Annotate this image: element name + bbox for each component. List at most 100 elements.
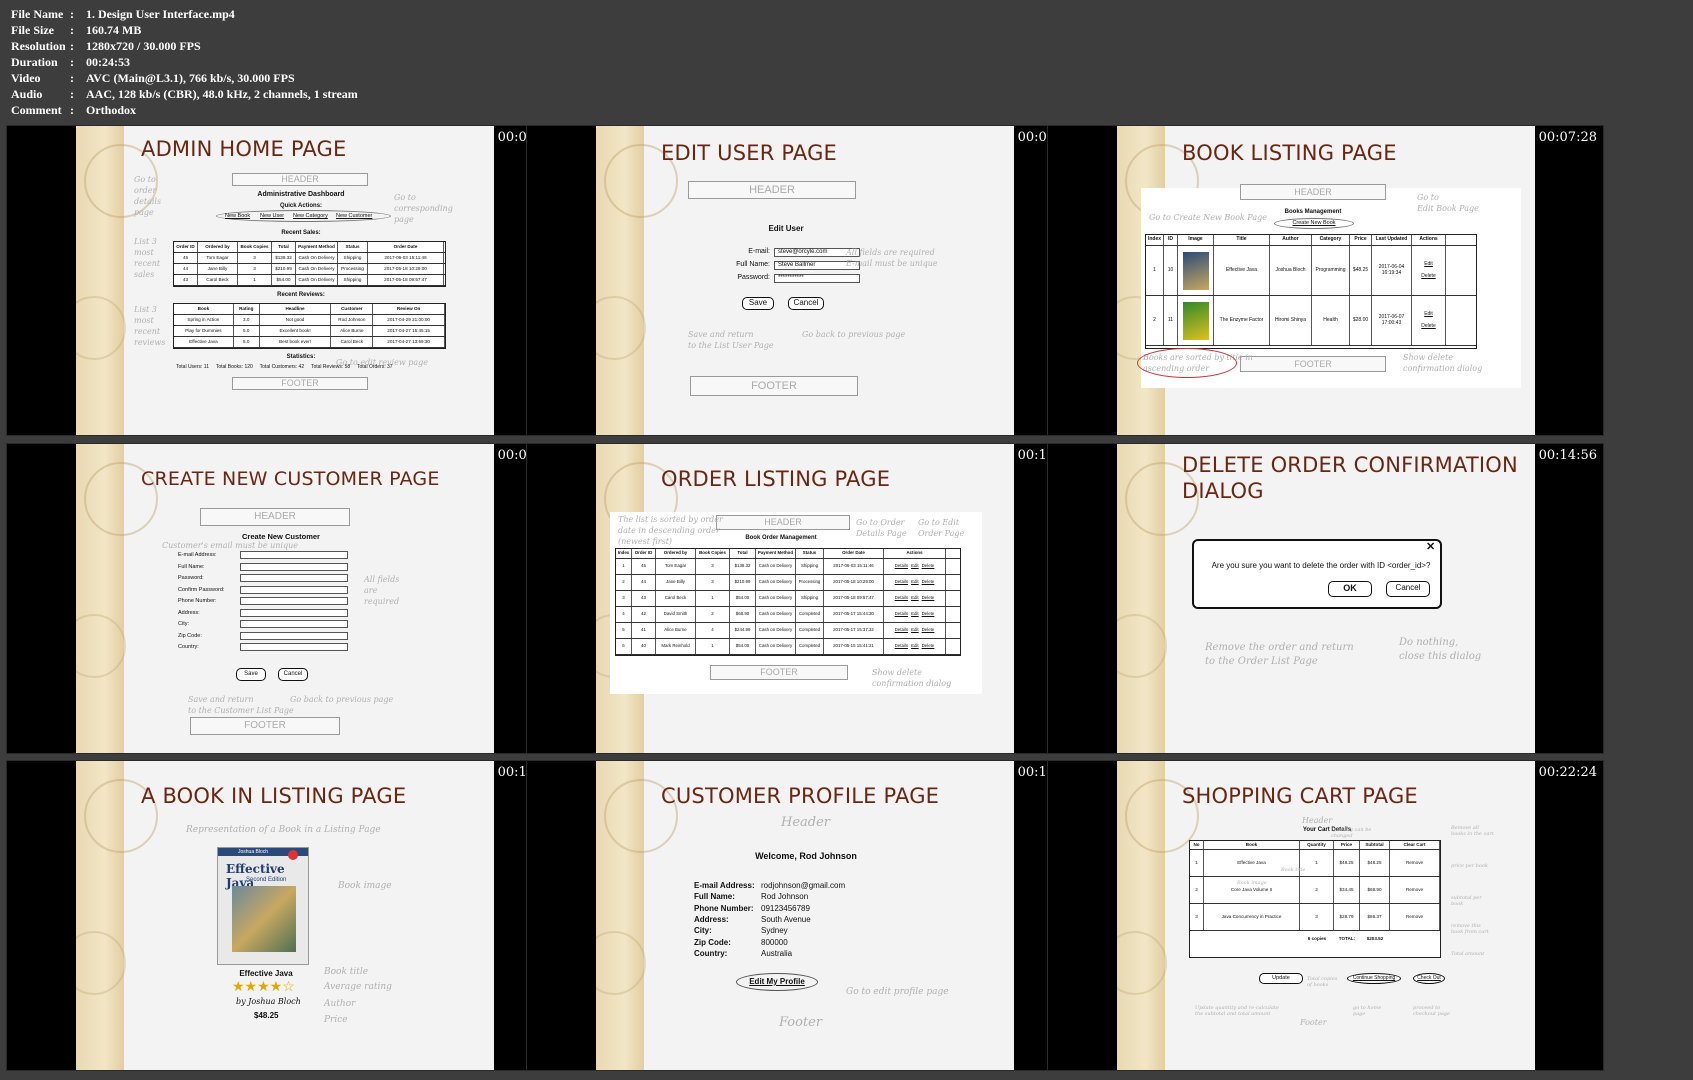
- table-cell: [1178, 296, 1214, 345]
- note-edit: Go to Edit Order Page: [918, 518, 965, 538]
- thumbnail-delete-dialog[interactable]: DELETE ORDER CONFIRMATION DIALOG ✕ Are y…: [1047, 443, 1604, 754]
- table-cell: $86.37: [1360, 904, 1390, 930]
- form-input[interactable]: [240, 551, 348, 559]
- thumbnail-order-listing[interactable]: ORDER LISTING PAGE HEADER Book Order Man…: [526, 443, 1083, 754]
- details-link[interactable]: Details: [895, 563, 908, 569]
- edit-link[interactable]: Edit: [911, 627, 919, 633]
- checkout-button[interactable]: Check Out: [1413, 973, 1445, 984]
- table-cell: 2: [1146, 296, 1164, 345]
- table-row: 6 40 Mark Reinhold 1 $54.00 Cash on Delivery C…: [616, 639, 960, 655]
- form-input[interactable]: [240, 585, 348, 594]
- link-new-category[interactable]: New Category: [293, 213, 328, 219]
- delete-link[interactable]: Delete: [1421, 323, 1435, 330]
- table-cell: $48.25: [1350, 246, 1372, 295]
- meta-row: Duration:00:24:53: [11, 54, 358, 70]
- thumbnail-customer-profile[interactable]: CUSTOMER PROFILE PAGE Header Welcome, Ro…: [526, 760, 1083, 1071]
- close-icon[interactable]: ✕: [1426, 540, 1435, 553]
- details-link[interactable]: Details: [895, 579, 908, 585]
- table-header-cell: Price: [1350, 235, 1372, 245]
- meta-row: Video: AVC (Main@L3.1), 766 kb/s, 30.000 …: [11, 70, 358, 86]
- note-total: Total amount: [1451, 951, 1485, 957]
- delete-link[interactable]: Delete: [922, 627, 935, 633]
- delete-link[interactable]: Delete: [922, 595, 935, 601]
- continue-shopping-button[interactable]: Continue Shopping: [1347, 973, 1401, 984]
- update-button[interactable]: Update: [1259, 973, 1303, 984]
- table-cell: [1178, 246, 1214, 295]
- note-remove: remove this book from cart: [1451, 923, 1489, 935]
- edit-link[interactable]: Edit: [911, 643, 919, 649]
- form-input[interactable]: [240, 574, 348, 582]
- link-new-user[interactable]: New User: [260, 213, 284, 219]
- table-header-cell: Title: [1214, 235, 1270, 245]
- delete-link[interactable]: Delete: [922, 563, 935, 569]
- table-cell: 2017-06-07 17:00:43: [1372, 296, 1412, 345]
- form-input[interactable]: [240, 631, 348, 640]
- form-label: Zip Code:: [178, 632, 202, 639]
- table-cell: $138.32: [272, 253, 296, 263]
- form-input[interactable]: [240, 643, 348, 651]
- table-row: 2 44 Jane Billy 3 $210.99 Cash on Delivery Pro…: [616, 575, 960, 591]
- meta-row: Resolution:1280x720 / 30.000 FPS: [11, 38, 358, 54]
- thumbnail-admin-home[interactable]: ADMIN HOME PAGE HEADER Administrative Da…: [6, 125, 563, 436]
- form-label: City:: [178, 621, 189, 627]
- thumbnail-edit-user[interactable]: EDIT USER PAGE HEADER Edit User E-mail: …: [526, 125, 1083, 436]
- edit-profile-link[interactable]: Edit My Profile: [736, 977, 818, 986]
- link-new-book[interactable]: New Book: [225, 213, 250, 219]
- edit-link[interactable]: Edit: [1424, 261, 1433, 268]
- thumbnail-create-customer[interactable]: CREATE NEW CUSTOMER PAGE HEADER Create N…: [6, 443, 563, 754]
- cancel-button[interactable]: Cancel: [278, 668, 308, 681]
- save-button[interactable]: Save: [742, 297, 774, 310]
- create-new-book-link[interactable]: Create New Book: [1274, 220, 1354, 226]
- cancel-button[interactable]: Cancel: [788, 297, 824, 310]
- details-link[interactable]: Details: [895, 627, 908, 633]
- table-cell: 40: [632, 639, 656, 654]
- table-header-cell: Order Date: [824, 549, 884, 558]
- thumbnail-book-listing[interactable]: BOOK LISTING PAGE HEADER Books Managemen…: [1047, 125, 1604, 436]
- profile-label: City:: [694, 926, 712, 936]
- table-cell: David Smith: [656, 607, 696, 622]
- edit-link[interactable]: Edit: [911, 595, 919, 601]
- form-input[interactable]: [240, 608, 348, 617]
- thumbnail-shopping-cart[interactable]: SHOPPING CART PAGE Header Your Cart Deta…: [1047, 760, 1604, 1071]
- save-button[interactable]: Save: [236, 668, 266, 681]
- table-cell: Remove: [1390, 877, 1440, 903]
- note-quantity: Quantity can be changed: [1331, 827, 1372, 839]
- note-book-image: Book image: [1237, 880, 1267, 886]
- form-input[interactable]: [240, 562, 348, 571]
- edit-link[interactable]: Edit: [911, 563, 919, 569]
- timestamp: 00:07:28: [1538, 130, 1597, 145]
- table-cell: Jane Billy: [656, 575, 696, 590]
- table-header-cell: Book: [174, 304, 234, 314]
- delete-link[interactable]: Delete: [1421, 273, 1435, 280]
- edit-link[interactable]: Edit: [911, 611, 919, 617]
- table-cell: 2: [696, 607, 730, 622]
- slide: CUSTOMER PROFILE PAGE Header Welcome, Ro…: [596, 761, 1014, 1070]
- thumbnail-book-in-listing[interactable]: A BOOK IN LISTING PAGE Representation of…: [6, 760, 563, 1071]
- form-input[interactable]: [240, 620, 348, 628]
- table-header-cell: Author: [1270, 235, 1312, 245]
- table-cell: 1: [1146, 246, 1164, 295]
- delete-link[interactable]: Delete: [922, 611, 935, 617]
- cancel-button[interactable]: Cancel: [1386, 581, 1430, 597]
- cart-total-row: 6 copies TOTAL: $203.52: [1190, 931, 1440, 945]
- details-link[interactable]: Details: [895, 643, 908, 649]
- password-field[interactable]: ***********: [774, 274, 860, 283]
- table-cell: 2017-04-27 13:59:30: [373, 337, 445, 347]
- form-input[interactable]: [240, 597, 348, 605]
- details-link[interactable]: Details: [895, 595, 908, 601]
- ok-button[interactable]: OK: [1328, 581, 1372, 597]
- details-link[interactable]: Details: [895, 611, 908, 617]
- delete-link[interactable]: Delete: [922, 643, 935, 649]
- note-remove-all: Remove all books in the cart: [1451, 825, 1494, 837]
- recent-reviews-label: Recent Reviews:: [277, 292, 325, 298]
- edit-link[interactable]: Edit: [1424, 311, 1433, 318]
- table-header-cell: Book: [1204, 841, 1300, 849]
- footer-box: FOOTER: [232, 377, 368, 390]
- profile-value: Rod Johnson: [761, 892, 809, 902]
- welcome-text: Welcome, Rod Johnson: [755, 851, 857, 861]
- table-cell: 2: [1190, 877, 1204, 903]
- edit-link[interactable]: Edit: [911, 579, 919, 585]
- table-cell: 11: [1164, 296, 1178, 345]
- link-new-customer[interactable]: New Customer: [336, 213, 372, 219]
- delete-link[interactable]: Delete: [922, 579, 935, 585]
